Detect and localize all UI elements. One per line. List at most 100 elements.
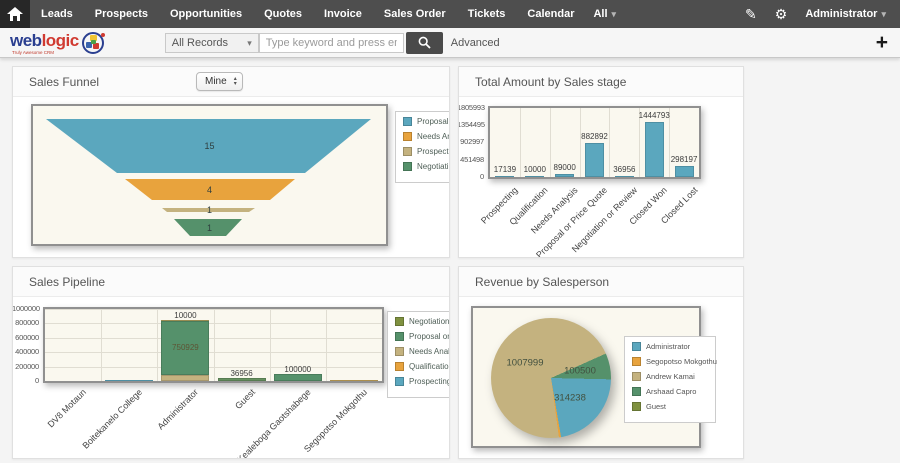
nav-item-prospects[interactable]: Prospects (84, 0, 159, 28)
pipeline-bar-label: 750929 (172, 343, 199, 352)
panel-header: Sales Pipeline (13, 267, 449, 297)
pipeline-ytick: 400000 (15, 347, 39, 357)
logo-logic: logic (41, 30, 80, 50)
legend-swatch-icon (403, 132, 412, 141)
logo-text: weblogic (10, 31, 79, 51)
legend-swatch-icon (632, 342, 641, 351)
add-record-button[interactable]: + (876, 32, 888, 53)
funnel-legend-item: Needs Analysis (403, 132, 449, 141)
gridline (325, 309, 327, 381)
search-input[interactable] (258, 32, 404, 53)
pipeline-xlabel: Segopotso Mokgothu (301, 387, 369, 455)
funnel-legend-item: Prospecting (403, 147, 449, 156)
nav-all-label: All (593, 8, 608, 20)
total-amount-bar-label: 36956 (613, 165, 636, 174)
nav-item-calendar[interactable]: Calendar (516, 0, 585, 28)
logo-emblem-icon (81, 31, 105, 54)
revenue-legend-label: Arshaad Capro (646, 387, 697, 396)
panel-title: Sales Funnel (29, 74, 100, 89)
legend-swatch-icon (395, 377, 404, 386)
pipeline-bar-segment (217, 378, 266, 381)
total-amount-ytick: 0 (480, 172, 484, 181)
revenue-pie: 100500 314238 1007999 (491, 318, 611, 438)
total-amount-ytick: 451498 (460, 154, 484, 164)
legend-swatch-icon (403, 162, 412, 171)
home-button[interactable] (0, 0, 30, 28)
pipeline-legend-label: Negotiation or Review (409, 317, 449, 326)
gridline (609, 108, 611, 177)
revenue-legend-item: Guest (632, 402, 708, 411)
nav-item-all[interactable]: All (585, 8, 624, 20)
gridline (157, 309, 159, 381)
funnel-value: 1 (206, 222, 212, 233)
advanced-link[interactable]: Advanced (451, 37, 500, 49)
user-menu[interactable]: Administrator (805, 8, 886, 20)
select-arrows-icon (234, 77, 237, 87)
panel-revenue: Revenue by Salesperson 100500 314238 10079… (458, 266, 744, 459)
pipeline-legend-label: Qualification (409, 362, 449, 371)
gear-icon[interactable]: ⚙ (775, 0, 788, 28)
funnel-filter-select[interactable]: Mine (196, 72, 243, 91)
funnel-legend-label: Prospecting (417, 147, 449, 156)
legend-swatch-icon (632, 357, 641, 366)
nav-items: Leads Prospects Opportunities Quotes Invoice… (30, 0, 585, 28)
gridline (269, 309, 271, 381)
funnel-value: 15 (204, 141, 215, 151)
funnel-legend: Proposal or Price Quote Needs Analysis Pro… (395, 111, 449, 183)
revenue-legend-item: Andrew Kamai (632, 372, 708, 381)
pencil-icon[interactable]: ✎ (745, 0, 757, 28)
nav-item-tickets[interactable]: Tickets (457, 0, 517, 28)
panel-total-amount: Total Amount by Sales stage 17139 10000 89… (458, 66, 744, 258)
funnel-legend-label: Proposal or Price Quote (417, 117, 449, 126)
revenue-legend: Administrator Segopotso Mokgothu Andrew Ka… (624, 336, 717, 423)
total-amount-ytick: 1805993 (459, 103, 485, 112)
search-toolbar: weblogic Truly Awesome CRM All Records A… (0, 28, 900, 58)
nav-item-opportunities[interactable]: Opportunities (159, 0, 253, 28)
search-button[interactable] (405, 31, 443, 54)
pipeline-ytick: 600000 (15, 332, 39, 342)
revenue-legend-label: Andrew Kamai (646, 372, 695, 381)
nav-right: ✎ ⚙ Administrator (745, 0, 900, 28)
revenue-body: 100500 314238 1007999 Administrator Segopot… (459, 297, 743, 458)
pipeline-bar-label: 36956 (230, 369, 253, 378)
funnel-legend-item: Negotiation or Review (403, 162, 449, 171)
top-nav: Leads Prospects Opportunities Quotes Invoice… (0, 0, 900, 28)
panel-sales-pipeline: Sales Pipeline 750929 10000 36956 100000 Ne… (12, 266, 450, 459)
panel-header: Revenue by Salesperson (459, 267, 743, 297)
funnel-body: 15 4 1 1 Proposal or Price Quote Needs Analy… (13, 97, 449, 257)
legend-swatch-icon (395, 317, 404, 326)
pipeline-ytick: 0 (35, 376, 39, 385)
scope-select[interactable]: All Records (164, 32, 259, 53)
nav-item-leads[interactable]: Leads (30, 0, 84, 28)
nav-item-sales-order[interactable]: Sales Order (373, 0, 457, 28)
total-amount-bar (525, 176, 545, 177)
total-amount-bar (555, 174, 575, 177)
panel-title: Sales Pipeline (29, 274, 106, 289)
app-logo: weblogic Truly Awesome CRM (10, 31, 107, 55)
nav-item-quotes[interactable]: Quotes (253, 0, 313, 28)
gridline (549, 108, 551, 177)
total-amount-bar (644, 122, 664, 177)
gridline (101, 309, 103, 381)
gridline (213, 309, 215, 381)
legend-swatch-icon (403, 147, 412, 156)
total-amount-bar-label: 882892 (581, 132, 608, 141)
pipeline-legend-item: Qualification (395, 362, 449, 371)
revenue-legend-item: Arshaad Capro (632, 387, 708, 396)
total-amount-plot: 17139 10000 89000 882892 36956 1444793 298197 (488, 106, 701, 179)
chevron-down-icon (877, 8, 886, 20)
chevron-down-icon (608, 8, 617, 20)
legend-swatch-icon (632, 387, 641, 396)
panel-title: Revenue by Salesperson (475, 274, 610, 289)
search-icon (418, 36, 431, 49)
revenue-legend-label: Administrator (646, 342, 691, 351)
legend-swatch-icon (403, 117, 412, 126)
total-amount-bar-label: 298197 (670, 155, 698, 164)
legend-swatch-icon (395, 362, 404, 371)
pipeline-ytick: 800000 (15, 318, 39, 328)
pipeline-legend-item: Negotiation or Review (395, 317, 449, 326)
nav-item-invoice[interactable]: Invoice (313, 0, 373, 28)
total-amount-bar (614, 176, 634, 177)
total-amount-ytick: 1354495 (459, 120, 485, 130)
legend-swatch-icon (395, 332, 404, 341)
